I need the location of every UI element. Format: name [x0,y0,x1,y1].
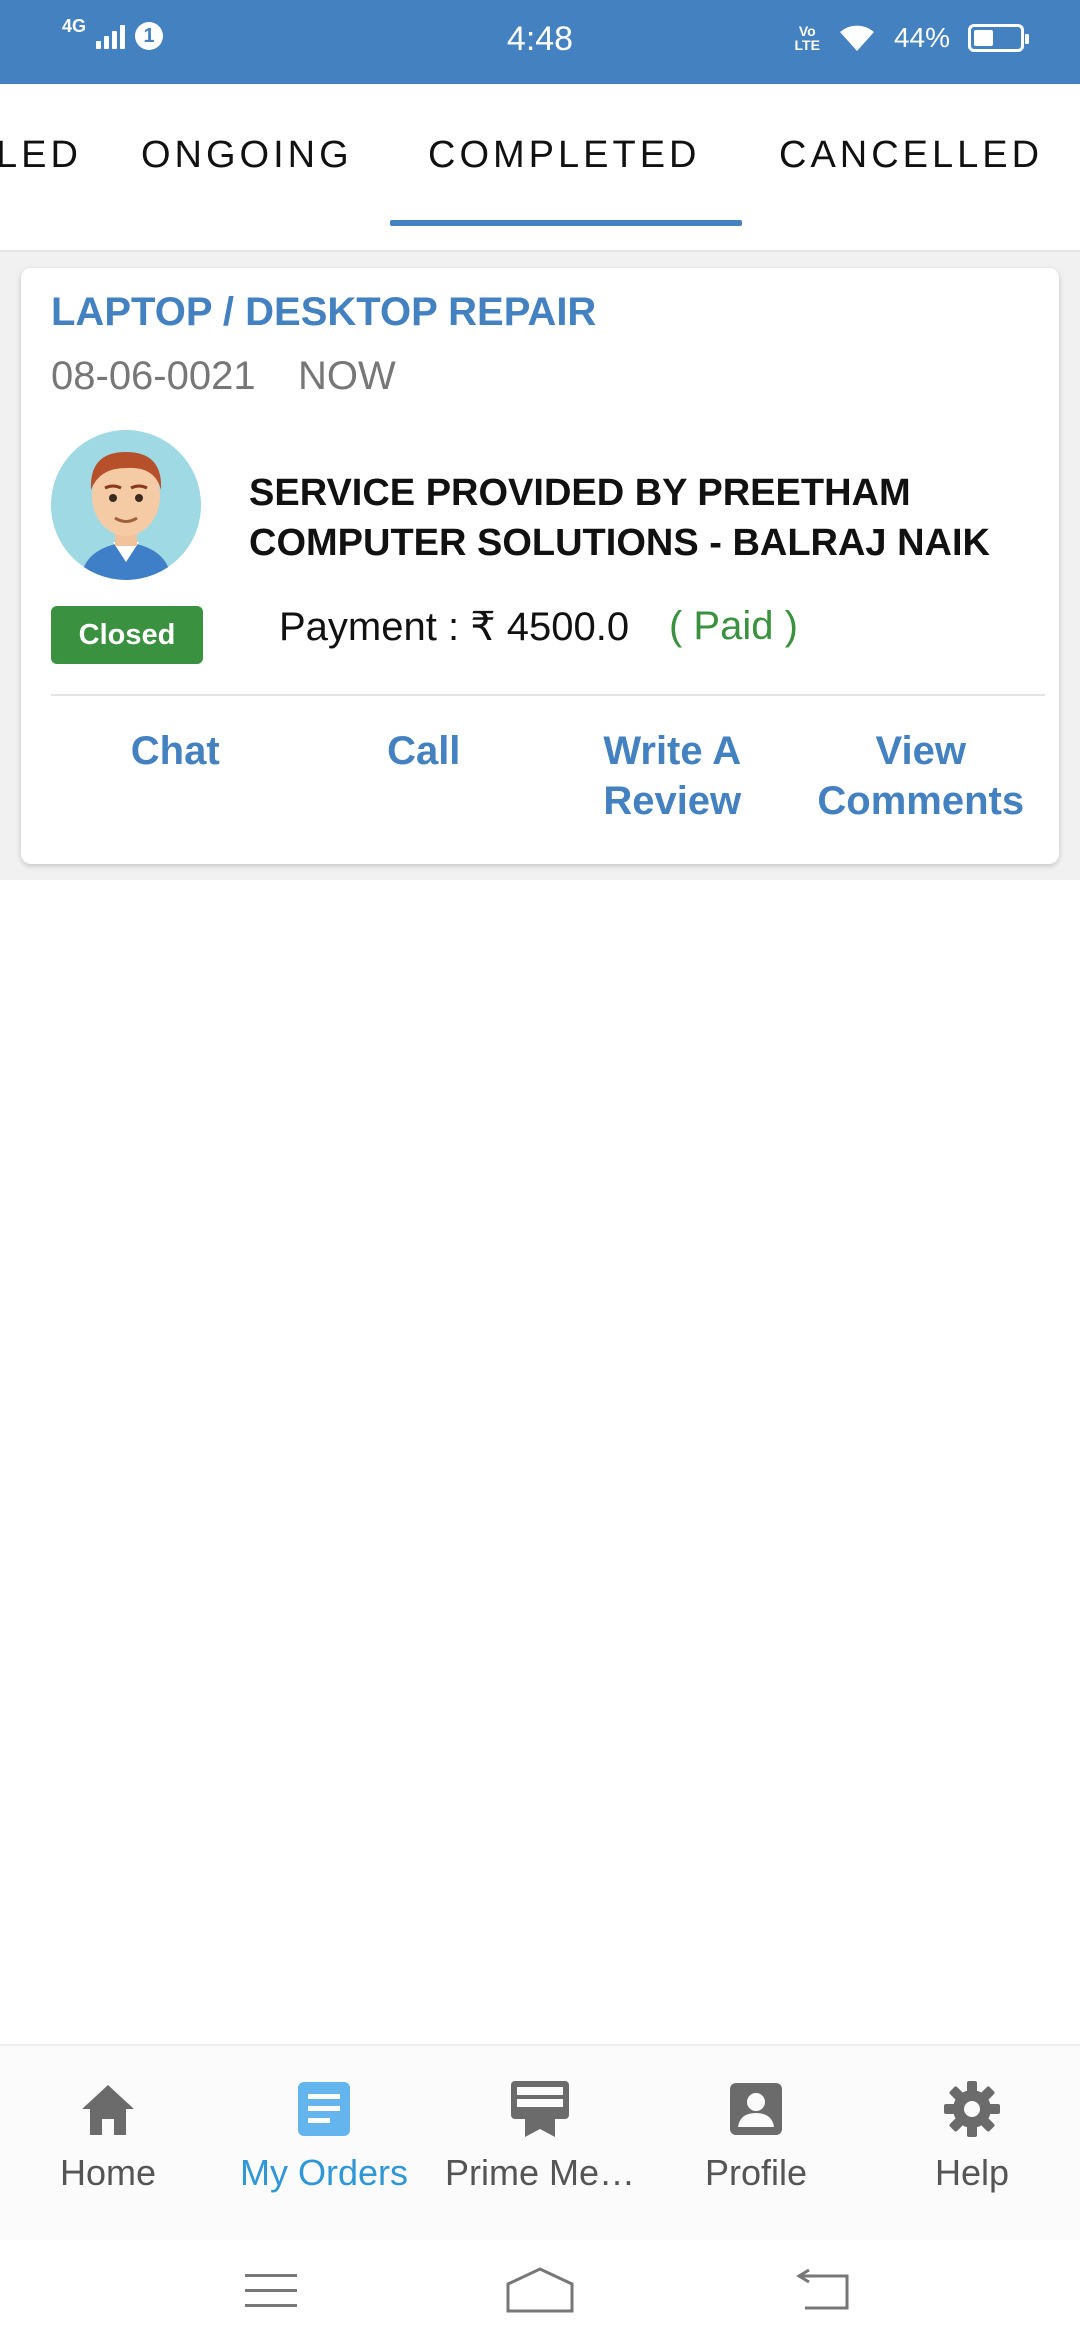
card-actions: Chat Call Write A Review View Comments [51,726,1045,826]
prime-membership-icon [505,2074,575,2144]
call-button[interactable]: Call [300,726,549,826]
provider-name: SERVICE PROVIDED BY PREETHAM COMPUTER SO… [249,468,1039,568]
tab-cancelled[interactable]: CANCELLED [779,134,1043,177]
comments-label-line-1: View [875,729,966,773]
payment-amount: Payment : ₹ 4500.0 [279,605,630,649]
menu-icon [245,2274,297,2307]
bottom-navigation: Home My Orders Prime Me… Profile Help [0,2044,1080,2240]
home-system-button[interactable] [495,2260,585,2320]
nav-prime-membership-label: Prime Me… [444,2152,636,2193]
nav-my-orders-label: My Orders [239,2152,408,2193]
card-divider [51,694,1045,696]
home-outline-icon [506,2267,574,2313]
nav-profile[interactable]: Profile [648,2046,864,2240]
view-comments-button[interactable]: View Comments [797,726,1046,826]
active-tab-indicator [390,220,742,226]
nav-home-label: Home [59,2152,157,2193]
status-right: Vo LTE 44% [794,22,1029,54]
nav-prime-membership[interactable]: Prime Me… [432,2046,648,2240]
battery-percent: 44% [893,22,950,53]
provider-line-2: COMPUTER SOLUTIONS - BALRAJ NAIK [249,522,990,564]
tab-completed[interactable]: COMPLETED [428,134,700,177]
nav-profile-label: Profile [704,2152,808,2193]
gear-icon [937,2074,1007,2144]
order-time: NOW [298,354,396,398]
battery-fill [974,30,993,46]
recents-button[interactable] [226,2260,316,2320]
wifi-icon [839,25,874,51]
chat-label: Chat [130,729,220,773]
back-icon [796,2268,849,2310]
status-bar: 4G 1 4:48 Vo LTE 44% [0,0,1080,84]
payment-status: ( Paid ) [669,604,798,648]
write-review-button[interactable]: Write A Review [548,726,797,826]
review-label-line-1: Write A [603,729,742,773]
back-button[interactable] [778,2260,868,2320]
profile-icon [721,2074,791,2144]
volte-icon: Vo LTE [794,23,820,53]
order-date: 08-06-0021 [51,354,256,398]
nav-help-label: Help [934,2152,1010,2193]
provider-avatar [51,430,201,580]
order-card[interactable]: LAPTOP / DESKTOP REPAIR 08-06-0021 NOW S… [21,268,1059,864]
comments-label-line-2: Comments [817,779,1025,823]
orders-icon [289,2074,359,2144]
battery-icon [968,24,1029,52]
order-tabs: LED ONGOING COMPLETED CANCELLED [0,84,1080,252]
service-category: LAPTOP / DESKTOP REPAIR [51,290,597,334]
home-icon [73,2074,143,2144]
chat-button[interactable]: Chat [51,726,300,826]
tab-cancelled-partial[interactable]: LED [0,134,82,177]
tab-ongoing[interactable]: ONGOING [141,134,353,177]
nav-help[interactable]: Help [864,2046,1080,2240]
call-label: Call [387,729,461,773]
status-badge: Closed [51,606,203,664]
nav-home[interactable]: Home [0,2046,216,2240]
nav-my-orders[interactable]: My Orders [216,2046,432,2240]
review-label-line-2: Review [603,779,742,823]
provider-line-1: SERVICE PROVIDED BY PREETHAM [249,472,911,514]
system-navigation [0,2240,1080,2340]
